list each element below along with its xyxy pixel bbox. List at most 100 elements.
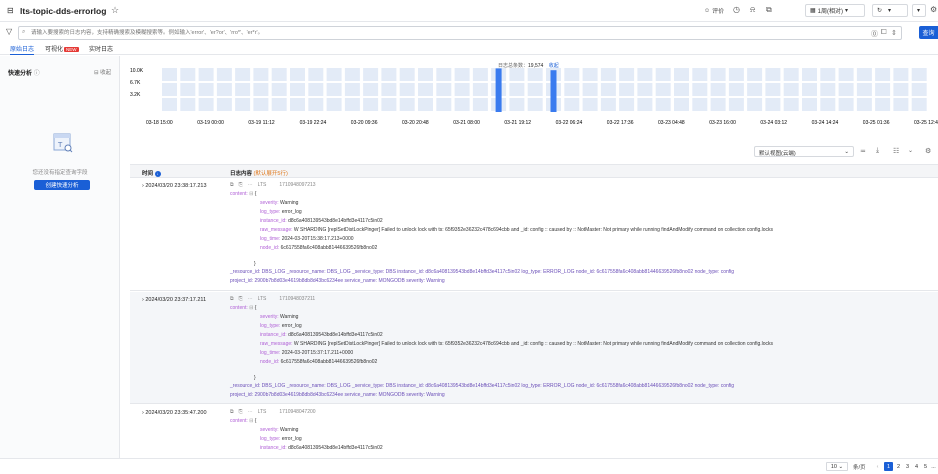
histogram-bin[interactable] [436,98,452,111]
histogram-bin[interactable] [728,68,744,81]
page-1[interactable]: 1 [884,462,893,471]
histogram-bar[interactable] [495,68,502,112]
histogram-bin[interactable] [180,68,196,81]
menu-icon[interactable]: ⊟ [7,6,14,15]
histogram-bin[interactable] [692,98,708,111]
histogram-bin[interactable] [637,83,653,96]
tab-raw-logs[interactable]: 原始日志 [10,44,35,55]
histogram-bin[interactable] [911,83,927,96]
histogram-bin[interactable] [655,68,671,81]
histogram-bin[interactable] [235,83,251,96]
histogram-bin[interactable] [472,68,488,81]
histogram-bin[interactable] [253,68,269,81]
more-button[interactable]: ▾ [912,4,926,17]
histogram-bin[interactable] [619,68,635,81]
histogram-bin[interactable] [875,98,891,111]
histogram-bin[interactable] [674,83,689,96]
histogram-bin[interactable] [564,68,580,81]
histogram-bin[interactable] [765,98,781,111]
histogram-bin[interactable] [619,98,635,111]
histogram-bin[interactable] [911,68,927,81]
histogram-bin[interactable] [783,98,799,111]
histogram-bin[interactable] [600,68,616,81]
histogram-bin[interactable] [399,83,415,96]
histogram-bin[interactable] [802,83,817,96]
expand-icon[interactable]: › [142,410,144,416]
histogram-bin[interactable] [838,98,854,111]
histogram-bin[interactable] [911,98,927,111]
histogram-bin[interactable] [381,98,397,111]
histogram-bin[interactable] [600,83,616,96]
histogram-bin[interactable] [747,68,763,81]
histogram-bin[interactable] [875,68,891,81]
histogram-bin[interactable] [180,83,196,96]
copy-icon[interactable]: ⧉ [230,409,234,415]
histogram-bin[interactable] [802,68,817,81]
histogram-bin[interactable] [582,68,598,81]
histogram-bin[interactable] [856,83,872,96]
histogram-bin[interactable] [893,98,909,111]
histogram-bin[interactable] [564,98,580,111]
histogram-bin[interactable] [326,83,342,96]
settings-icon[interactable]: ⚙ [930,5,937,14]
histogram-bin[interactable] [344,83,360,96]
histogram-bin[interactable] [765,83,781,96]
histogram-bin[interactable] [783,83,799,96]
histogram-bin[interactable] [253,98,269,111]
filter-lines-icon[interactable]: ≂ [860,147,870,157]
histogram-bin[interactable] [363,83,379,96]
history-icon[interactable]: ◷ [733,5,740,14]
histogram-bin[interactable] [216,83,232,96]
histogram-bin[interactable] [271,98,287,111]
histogram-bin[interactable] [728,98,744,111]
histogram-bin[interactable] [290,98,305,111]
tab-realtime-logs[interactable]: 实时日志 [89,44,113,53]
tune-icon[interactable]: ⇕ [891,29,897,37]
collapse-icon[interactable]: ⊟ [249,191,253,197]
histogram-bin[interactable] [619,83,635,96]
histogram-bin[interactable] [710,68,726,81]
histogram-bin[interactable] [454,68,470,81]
copy-icon[interactable]: ⧉ [230,182,234,188]
histogram-bin[interactable] [271,68,287,81]
histogram-bin[interactable] [600,98,616,111]
histogram-bin[interactable] [472,98,488,111]
histogram-bin[interactable] [728,83,744,96]
histogram-bin[interactable] [418,68,433,81]
time-range-select[interactable]: ▦ 1周(相对) ▾ [805,4,865,17]
histogram-bin[interactable] [180,98,196,111]
create-quick-analysis-button[interactable]: 创建快速分析 [34,180,90,190]
collapse-icon[interactable]: ⊟ [249,305,253,311]
histogram-bin[interactable] [875,83,891,96]
histogram-bin[interactable] [290,83,305,96]
row-time[interactable]: › 2024/03/20 23:35:47.200 [142,410,207,416]
row-time[interactable]: › 2024/03/20 23:38:17.213 [142,183,207,189]
histogram-bin[interactable] [765,68,781,81]
histogram-bin[interactable] [399,68,415,81]
histogram-bin[interactable] [326,68,342,81]
help-icon[interactable]: ⓪ [871,29,878,39]
histogram-bin[interactable] [436,83,452,96]
page-3[interactable]: 3 [903,462,912,471]
eval-link[interactable]: ☺ 评价 [704,6,724,16]
histogram-bin[interactable] [747,83,763,96]
more-icon[interactable]: ⋯ [248,182,253,188]
histogram-bin[interactable] [692,83,708,96]
histogram-bin[interactable] [674,98,689,111]
histogram-bin[interactable] [820,98,836,111]
histogram-bin[interactable] [856,98,872,111]
histogram-bin[interactable] [162,83,177,96]
share-icon[interactable]: ⧉ [766,5,772,15]
histogram-bin[interactable] [655,98,671,111]
sort-icon[interactable]: ↓ [154,170,161,177]
view-select[interactable]: 默认视图(云端) ⌄ [754,146,854,157]
histogram-bin[interactable] [692,68,708,81]
row-time[interactable]: › 2024/03/20 23:37:17.211 [142,297,206,303]
histogram-bin[interactable] [344,98,360,111]
histogram-bin[interactable] [454,83,470,96]
histogram-bin[interactable] [418,98,433,111]
bell-icon[interactable]: ⍾ [750,5,755,15]
histogram-bin[interactable] [308,68,324,81]
histogram-bin[interactable] [235,98,251,111]
histogram-bin[interactable] [674,68,689,81]
